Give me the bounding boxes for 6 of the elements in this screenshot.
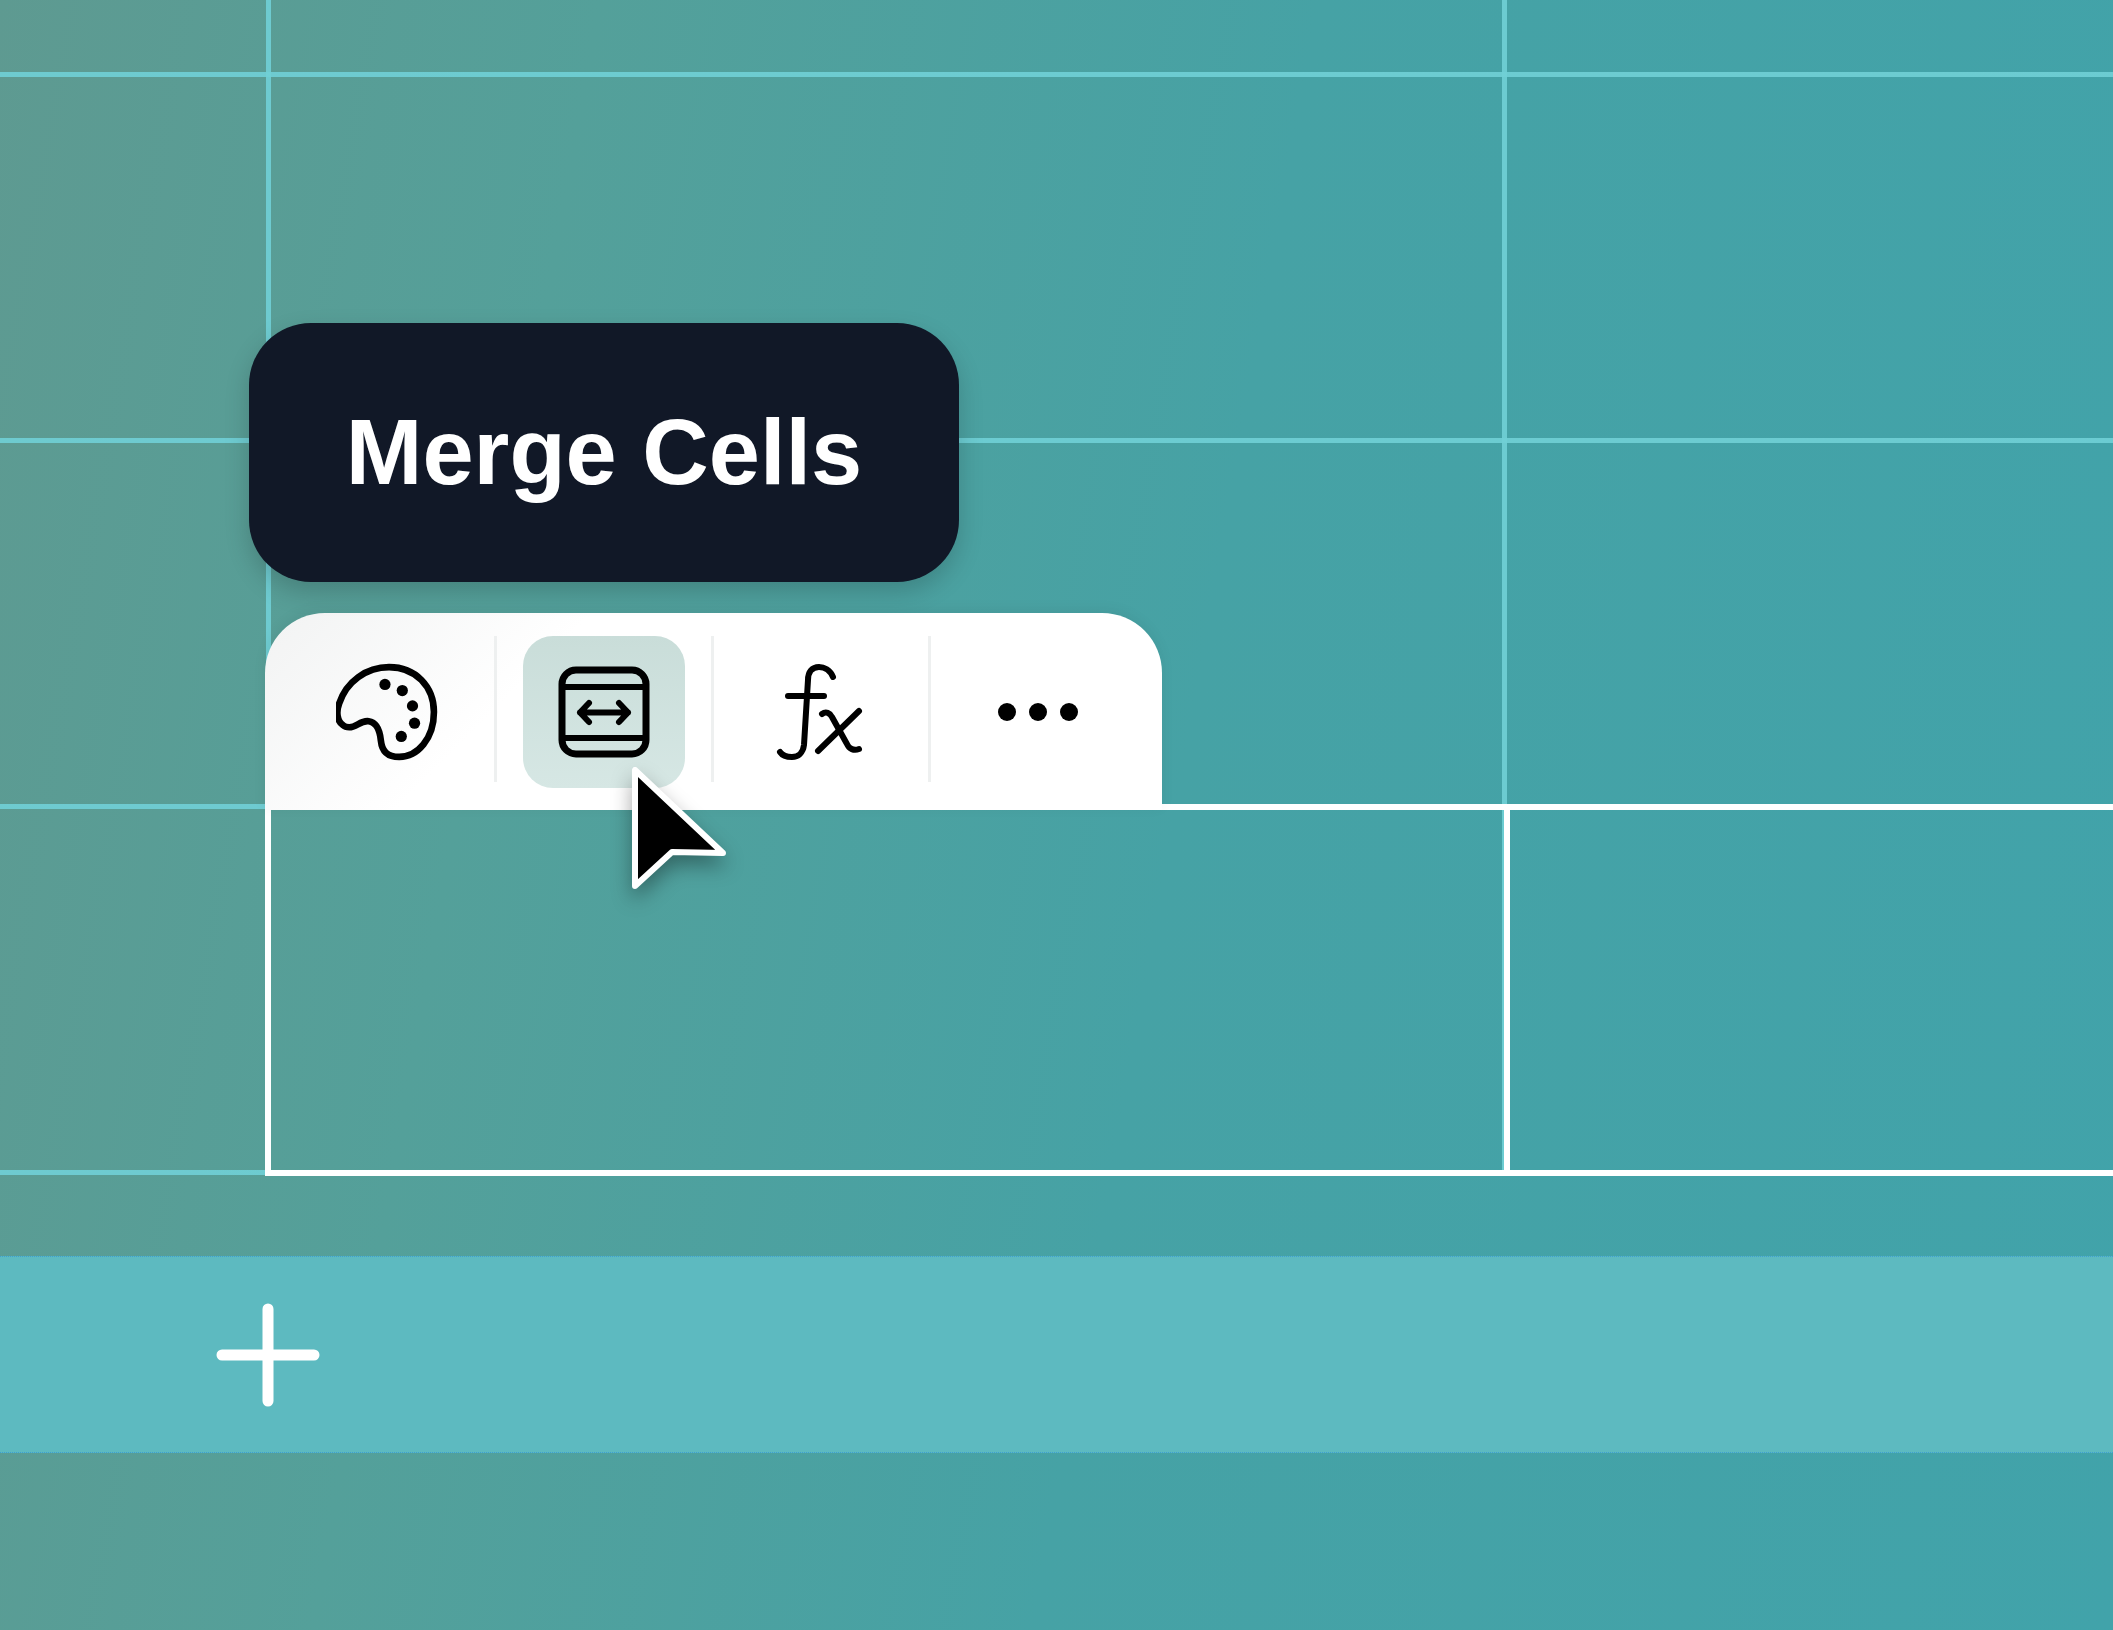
pointer-cursor-icon bbox=[631, 764, 729, 892]
more-icon bbox=[998, 703, 1078, 721]
merge-cells-icon bbox=[558, 666, 650, 758]
merge-cells-button[interactable] bbox=[523, 636, 685, 788]
tooltip: Merge Cells bbox=[249, 323, 959, 582]
palette-icon bbox=[336, 663, 438, 761]
